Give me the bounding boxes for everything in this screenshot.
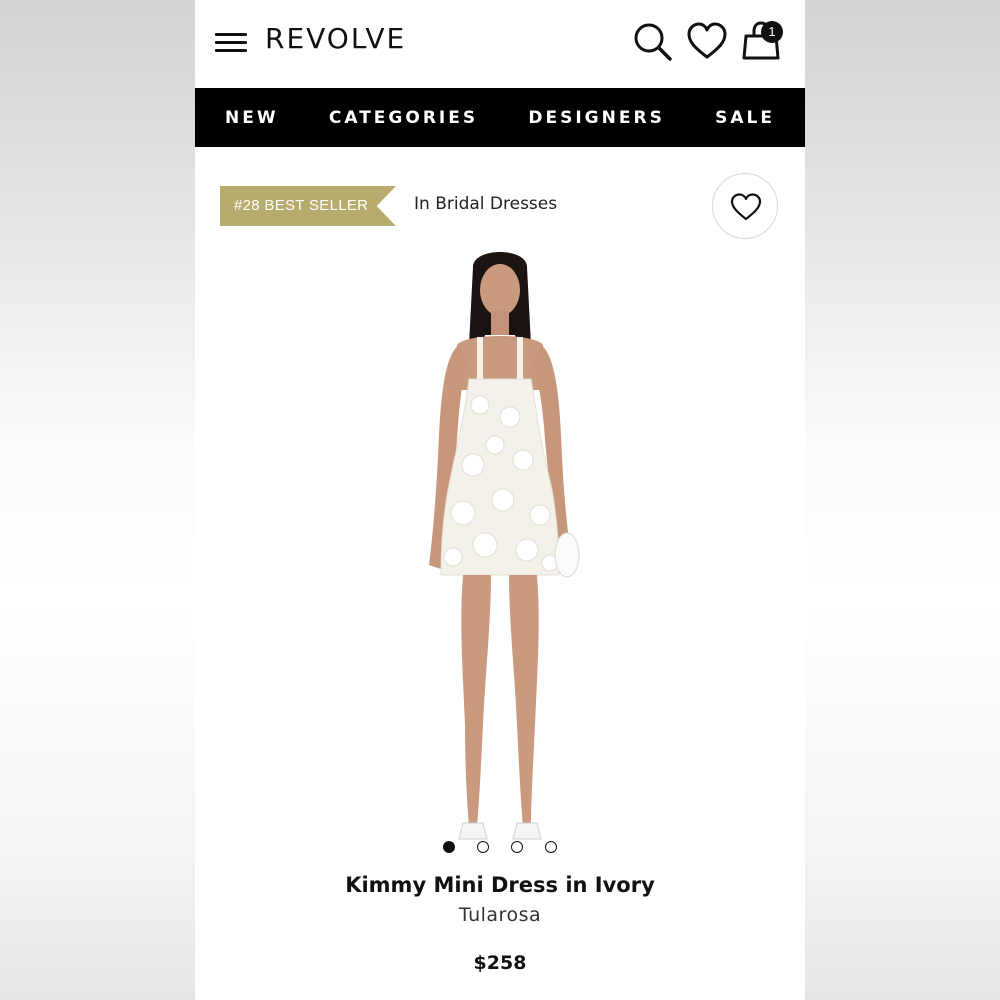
- carousel-dot[interactable]: [511, 841, 523, 853]
- product-image[interactable]: [345, 245, 655, 865]
- product-price: $258: [473, 952, 527, 974]
- add-to-wishlist-button[interactable]: [712, 173, 778, 239]
- best-seller-badge: #28 BEST SELLER: [220, 186, 396, 226]
- wishlist-heart-icon[interactable]: [685, 20, 729, 64]
- heart-outline-icon: [730, 193, 762, 221]
- shopping-bag-icon[interactable]: 1: [739, 20, 783, 64]
- carousel-dot[interactable]: [443, 841, 455, 853]
- product-brand[interactable]: Tularosa: [195, 904, 805, 926]
- search-icon[interactable]: [631, 20, 675, 64]
- product-badge-row: #28 BEST SELLER In Bridal Dresses: [195, 172, 805, 242]
- right-backdrop: [805, 0, 1000, 1000]
- carousel-dot[interactable]: [477, 841, 489, 853]
- menu-icon[interactable]: [215, 31, 247, 55]
- image-carousel-dots: [195, 838, 805, 853]
- nav-item-categories[interactable]: CATEGORIES: [329, 108, 478, 128]
- top-header: REVOLVE 1: [195, 0, 805, 88]
- nav-item-designers[interactable]: DESIGNERS: [528, 108, 664, 128]
- product-title: Kimmy Mini Dress in Ivory: [345, 873, 655, 897]
- cart-count-badge: 1: [761, 21, 783, 43]
- carousel-dot[interactable]: [545, 841, 557, 853]
- category-nav: NEW CATEGORIES DESIGNERS SALE: [195, 88, 805, 147]
- mobile-screen: REVOLVE 1 NEW CATEGORIES DESIGNERS SALE …: [195, 0, 805, 1000]
- nav-item-sale[interactable]: SALE: [715, 108, 775, 128]
- best-seller-category[interactable]: In Bridal Dresses: [414, 194, 557, 214]
- left-backdrop: [0, 0, 195, 1000]
- nav-item-new[interactable]: NEW: [225, 108, 279, 128]
- brand-logo[interactable]: REVOLVE: [265, 22, 406, 55]
